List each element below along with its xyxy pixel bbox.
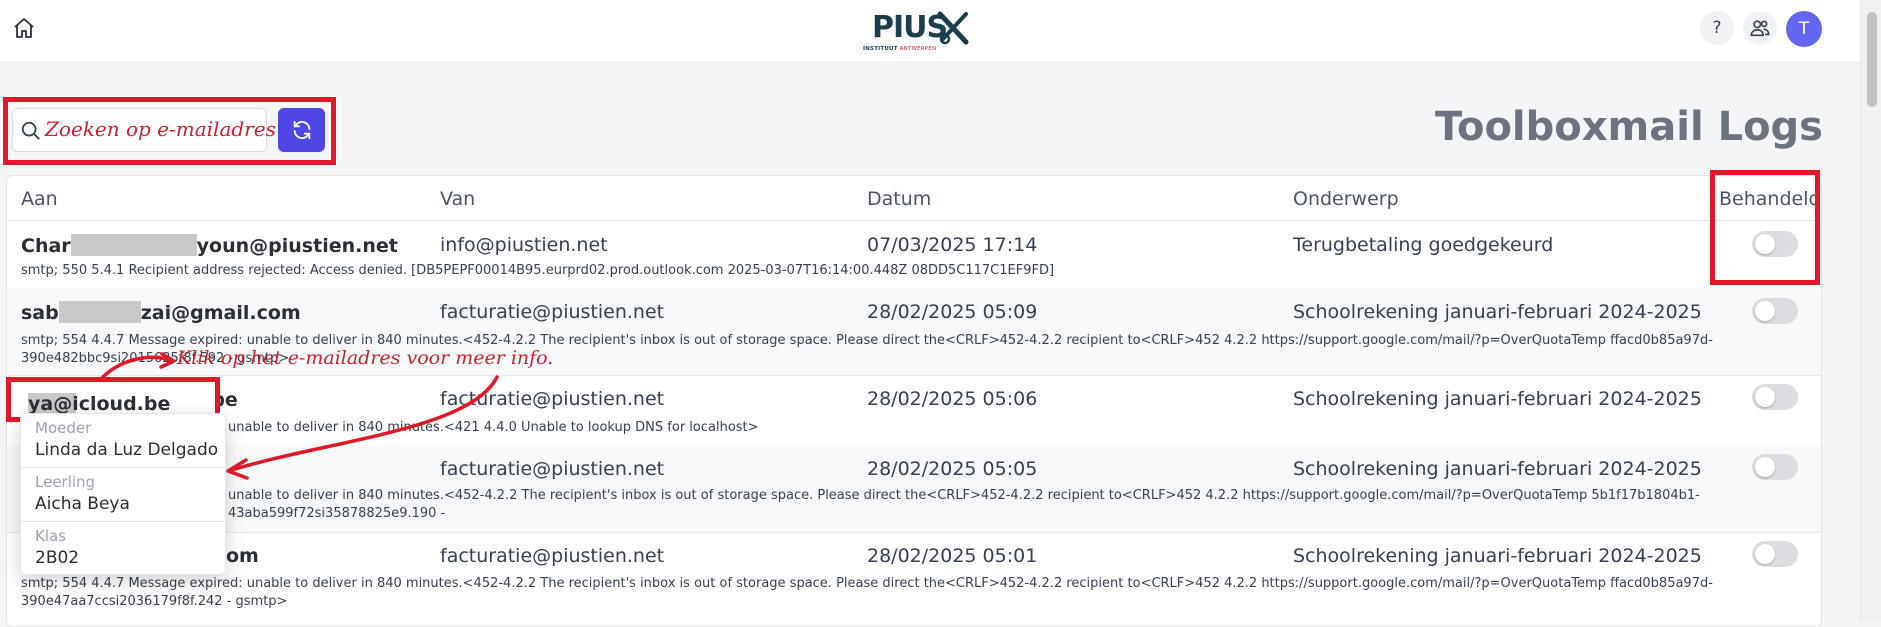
- page-scrollbar[interactable]: [1860, 0, 1881, 622]
- error-message: smtp; 550 5.4.1 Recipient address reject…: [21, 263, 1055, 278]
- users-button[interactable]: [1743, 11, 1777, 45]
- sender-email: facturatie@piustien.net: [440, 545, 665, 567]
- search-highlight-box: [3, 97, 336, 165]
- column-header-to[interactable]: Aan: [21, 188, 58, 210]
- table-row: facturatie@piustien.net 28/02/2025 05:05…: [7, 445, 1821, 533]
- date: 28/02/2025 05:09: [867, 301, 1038, 323]
- table-header: Aan Van Datum Onderwerp Behandeld: [7, 176, 1821, 221]
- popup-student-section: Leerling Aicha Beya: [21, 468, 225, 522]
- toggle-knob: [1755, 387, 1775, 407]
- scrollbar-thumb[interactable]: [1867, 12, 1877, 107]
- handled-highlight-box: [1710, 170, 1820, 285]
- class-label: Klas: [35, 527, 67, 545]
- student-label: Leerling: [35, 473, 96, 491]
- toggle-knob: [1755, 301, 1775, 321]
- subject: Schoolrekening januari-februari 2024-202…: [1293, 388, 1702, 410]
- logs-table: Aan Van Datum Onderwerp Behandeld Char yo…: [6, 175, 1822, 627]
- pius-logo: PIUS INSTITUUT ANTWERPEN: [862, 8, 972, 52]
- page-title: Toolboxmail Logs: [1435, 104, 1823, 150]
- help-label: ?: [1712, 18, 1722, 38]
- logo-subtitle: INSTITUUT ANTWERPEN: [863, 46, 937, 52]
- date: 07/03/2025 17:14: [867, 234, 1038, 256]
- recipient-email[interactable]: sab zai@gmail.com: [21, 301, 301, 324]
- logo-x-icon: [937, 11, 969, 45]
- subject: Schoolrekening januari-februari 2024-202…: [1293, 458, 1702, 480]
- sender-email: facturatie@piustien.net: [440, 301, 665, 323]
- avatar[interactable]: T: [1786, 11, 1822, 47]
- date: 28/02/2025 05:05: [867, 458, 1038, 480]
- error-message: unable to deliver in 840 minutes.<421 4.…: [228, 420, 759, 435]
- top-bar: PIUS INSTITUUT ANTWERPEN ? T: [0, 0, 1860, 63]
- column-header-subject[interactable]: Onderwerp: [1293, 188, 1399, 210]
- table-row: daya@icloud.be facturatie@piustien.net 2…: [7, 375, 1821, 446]
- sender-email: facturatie@piustien.net: [440, 388, 665, 410]
- toggle-knob: [1755, 544, 1775, 564]
- help-button[interactable]: ?: [1700, 11, 1734, 45]
- column-header-date[interactable]: Datum: [867, 188, 931, 210]
- popup-class-section: Klas 2B02: [21, 522, 225, 575]
- error-message: smtp; 554 4.4.7 Message expired: unable …: [21, 576, 1713, 609]
- class-value: 2B02: [35, 548, 80, 568]
- date: 28/02/2025 05:01: [867, 545, 1038, 567]
- handled-toggle[interactable]: [1752, 541, 1798, 567]
- student-value: Aicha Beya: [35, 494, 130, 514]
- sender-email: facturatie@piustien.net: [440, 458, 665, 480]
- table-row: om facturatie@piustien.net 28/02/2025 05…: [7, 532, 1821, 626]
- mother-value: Linda da Luz Delgado: [35, 440, 219, 460]
- popup-mother-section: Moeder Linda da Luz Delgado: [21, 414, 225, 468]
- handled-toggle[interactable]: [1752, 384, 1798, 410]
- date: 28/02/2025 05:06: [867, 388, 1038, 410]
- subject: Terugbetaling goedgekeurd: [1293, 234, 1554, 256]
- toggle-knob: [1755, 457, 1775, 477]
- subject: Schoolrekening januari-februari 2024-202…: [1293, 545, 1702, 567]
- avatar-initial: T: [1798, 19, 1810, 39]
- column-header-from[interactable]: Van: [440, 188, 475, 210]
- recipient-email[interactable]: Char youn@piustien.net: [21, 234, 398, 257]
- subject: Schoolrekening januari-februari 2024-202…: [1293, 301, 1702, 323]
- contact-info-popup: Moeder Linda da Luz Delgado Leerling Aic…: [20, 413, 226, 575]
- error-message: unable to deliver in 840 minutes.<452-4.…: [228, 488, 1700, 521]
- handled-toggle[interactable]: [1752, 298, 1798, 324]
- home-icon[interactable]: [12, 16, 36, 40]
- table-row: Char youn@piustien.net info@piustien.net …: [7, 220, 1821, 290]
- mother-label: Moeder: [35, 419, 92, 437]
- annotation-text: Klik op het e-mailadres voor meer info.: [177, 347, 554, 369]
- sender-email: info@piustien.net: [440, 234, 608, 256]
- users-icon: [1750, 20, 1770, 37]
- handled-toggle[interactable]: [1752, 454, 1798, 480]
